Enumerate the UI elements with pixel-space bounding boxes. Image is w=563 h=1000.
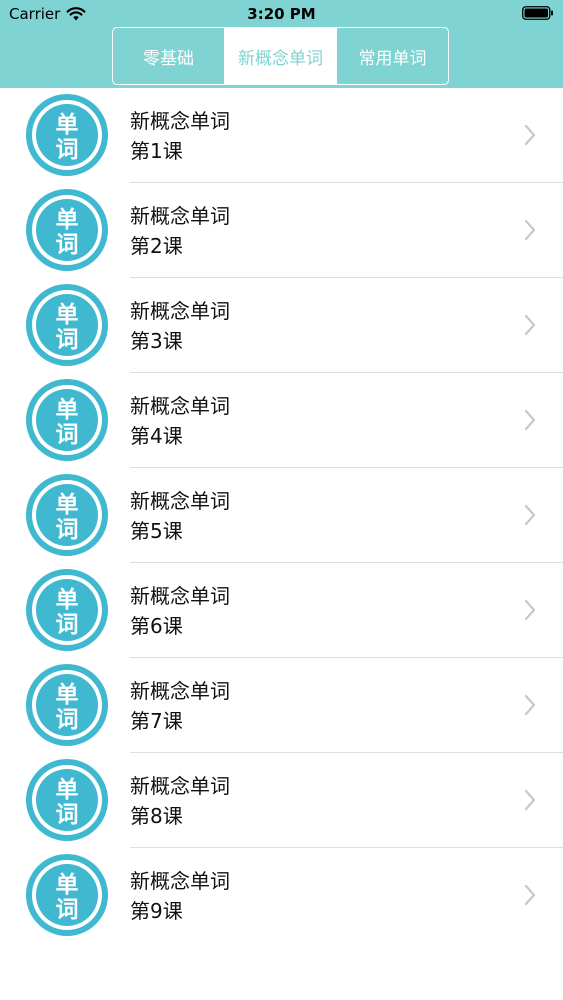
- word-badge-icon: 单 词: [26, 854, 108, 936]
- lesson-list: 单 词 新概念单词 第1课 单 词 新概念单词 第2课 单 词 新概念单词 第3…: [0, 88, 563, 943]
- badge-char-bottom: 词: [56, 612, 79, 638]
- lesson-row[interactable]: 单 词 新概念单词 第9课: [0, 848, 563, 943]
- word-badge-icon: 单 词: [26, 284, 108, 366]
- lesson-title: 新概念单词: [130, 774, 230, 798]
- word-badge-icon: 单 词: [26, 664, 108, 746]
- lesson-title: 新概念单词: [130, 584, 230, 608]
- lesson-title: 新概念单词: [130, 204, 230, 228]
- chevron-right-icon: [524, 884, 536, 906]
- badge-char-top: 单: [56, 872, 79, 898]
- badge-char-bottom: 词: [56, 327, 79, 353]
- word-badge-icon: 单 词: [26, 474, 108, 556]
- word-badge-icon: 单 词: [26, 379, 108, 461]
- lesson-title: 新概念单词: [130, 489, 230, 513]
- battery-icon: [522, 6, 553, 20]
- chevron-right-icon: [524, 409, 536, 431]
- lesson-number: 第7课: [130, 709, 183, 733]
- badge-char-top: 单: [56, 492, 79, 518]
- lesson-title: 新概念单词: [130, 299, 230, 323]
- word-badge-icon: 单 词: [26, 569, 108, 651]
- badge-char-top: 单: [56, 397, 79, 423]
- lesson-number: 第8课: [130, 804, 183, 828]
- lesson-row[interactable]: 单 词 新概念单词 第5课: [0, 468, 563, 563]
- tab-new-concept-words[interactable]: 新概念单词: [224, 28, 336, 84]
- lesson-row[interactable]: 单 词 新概念单词 第4课: [0, 373, 563, 468]
- badge-char-bottom: 词: [56, 422, 79, 448]
- word-badge-icon: 单 词: [26, 759, 108, 841]
- lesson-number: 第2课: [130, 234, 183, 258]
- lesson-row[interactable]: 单 词 新概念单词 第8课: [0, 753, 563, 848]
- lesson-row[interactable]: 单 词 新概念单词 第6课: [0, 563, 563, 658]
- chevron-right-icon: [524, 314, 536, 336]
- tab-basics[interactable]: 零基础: [113, 28, 224, 84]
- badge-char-top: 单: [56, 682, 79, 708]
- lesson-row[interactable]: 单 词 新概念单词 第3课: [0, 278, 563, 373]
- chevron-right-icon: [524, 789, 536, 811]
- badge-char-bottom: 词: [56, 802, 79, 828]
- badge-char-top: 单: [56, 207, 79, 233]
- chevron-right-icon: [524, 504, 536, 526]
- word-badge-icon: 单 词: [26, 189, 108, 271]
- lesson-number: 第6课: [130, 614, 183, 638]
- status-time: 3:20 PM: [247, 5, 316, 23]
- lesson-title: 新概念单词: [130, 679, 230, 703]
- lesson-number: 第9课: [130, 899, 183, 923]
- lesson-title: 新概念单词: [130, 869, 230, 893]
- lesson-title: 新概念单词: [130, 394, 230, 418]
- badge-char-top: 单: [56, 777, 79, 803]
- lesson-number: 第1课: [130, 139, 183, 163]
- lesson-title: 新概念单词: [130, 109, 230, 133]
- badge-char-bottom: 词: [56, 707, 79, 733]
- lesson-row[interactable]: 单 词 新概念单词 第7课: [0, 658, 563, 753]
- badge-char-top: 单: [56, 112, 79, 138]
- lesson-number: 第3课: [130, 329, 183, 353]
- badge-char-top: 单: [56, 302, 79, 328]
- lesson-row[interactable]: 单 词 新概念单词 第2课: [0, 183, 563, 278]
- lesson-number: 第5课: [130, 519, 183, 543]
- badge-char-bottom: 词: [56, 517, 79, 543]
- tab-common-words[interactable]: 常用单词: [336, 28, 448, 84]
- lesson-number: 第4课: [130, 424, 183, 448]
- chevron-right-icon: [524, 599, 536, 621]
- chevron-right-icon: [524, 219, 536, 241]
- chevron-right-icon: [524, 124, 536, 146]
- chevron-right-icon: [524, 694, 536, 716]
- badge-char-top: 单: [56, 587, 79, 613]
- category-segmented-control: 零基础 新概念单词 常用单词: [112, 27, 449, 85]
- nav-header: Carrier 3:20 PM 零基础 新概念单词 常用单词: [0, 0, 563, 88]
- status-bar: Carrier 3:20 PM: [0, 0, 563, 28]
- badge-char-bottom: 词: [56, 232, 79, 258]
- badge-char-bottom: 词: [56, 897, 79, 923]
- lesson-row[interactable]: 单 词 新概念单词 第1课: [0, 88, 563, 183]
- badge-char-bottom: 词: [56, 137, 79, 163]
- word-badge-icon: 单 词: [26, 94, 108, 176]
